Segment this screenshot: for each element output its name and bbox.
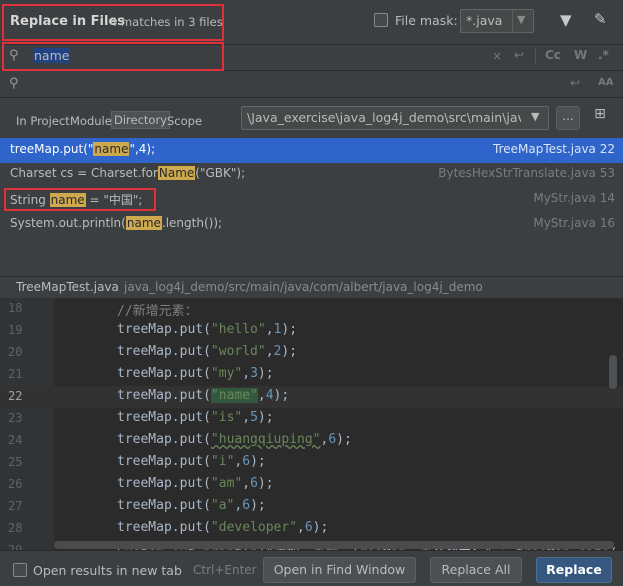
preview-file-path: java_log4j_demo/src/main/java/com/albert… [124,280,483,294]
regex-icon[interactable]: .* [598,48,609,62]
line-number: 27 [8,499,23,513]
replace-all-button[interactable]: Replace All [430,557,522,583]
line-number: 22 [8,389,23,403]
pin-icon[interactable]: ✎ [594,10,607,28]
open-in-find-window-button[interactable]: Open in Find Window [263,557,416,583]
replace-new-line-icon[interactable]: ↩ [570,76,580,90]
preview-file-name: TreeMapTest.java [16,280,119,294]
tree-view-icon[interactable]: ⊞ [588,106,612,130]
line-number: 28 [8,521,23,535]
line-number: 21 [8,367,23,381]
replace-input[interactable] [33,76,473,92]
code-text: treeMap.put("name",4); [117,388,290,403]
result-text: Charset cs = Charset.forName("GBK"); [10,166,246,180]
code-line: 24 treeMap.put("huangqiuping",6); [0,430,623,452]
code-line: 20 treeMap.put("world",2); [0,342,623,364]
file-mask-checkbox[interactable] [374,13,388,27]
line-number: 18 [8,301,23,315]
file-mask-value: *.java [466,13,503,28]
file-mask-label: File mask: [395,13,458,28]
clear-search-icon[interactable]: × [492,49,502,63]
code-line: 25 treeMap.put("i",6); [0,452,623,474]
vertical-scrollbar[interactable] [609,355,617,389]
code-text: treeMap.put("is",5); [117,410,274,425]
line-number: 20 [8,345,23,359]
code-line: 18 //新增元素： [0,298,623,320]
shortcut-hint: Ctrl+Enter [193,563,257,577]
result-file: BytesHexStrTranslate.java 53 [438,166,615,180]
code-text: treeMap.put("huangqiuping",6); [117,432,352,447]
result-row[interactable]: Charset cs = Charset.forName("GBK"); Byt… [0,162,623,187]
open-new-tab-label: Open results in new tab [33,563,182,578]
tab-directory[interactable]: Directory [111,111,171,129]
line-number: 19 [8,323,23,337]
result-row[interactable]: treeMap.put("name",4); TreeMapTest.java … [0,138,623,163]
line-number: 25 [8,455,23,469]
file-mask-separator [512,10,513,32]
code-text: treeMap.put("a",6); [117,498,266,513]
preserve-case-icon[interactable]: AA [598,77,613,88]
code-text: treeMap.put("hello",1); [117,322,298,337]
tab-scope[interactable]: Scope [167,114,202,128]
annotation-box-search [2,42,224,71]
new-line-icon[interactable]: ↩ [514,48,524,62]
whole-words-icon[interactable]: W [574,48,587,62]
code-text: //新增元素： [117,304,198,319]
code-text: treeMap.put("am",6); [117,476,274,491]
code-line: 22 treeMap.put("name",4); [0,386,623,408]
result-text: System.out.println(name.length()); [10,216,223,230]
replace-button[interactable]: Replace [536,557,612,583]
annotation-box-title [2,4,224,41]
toggle-separator [535,47,536,63]
result-text: treeMap.put("name",4); [10,142,156,156]
code-line: 19 treeMap.put("hello",1); [0,320,623,342]
code-text: treeMap.put("i",6); [117,454,266,469]
code-line: 26 treeMap.put("am",6); [0,474,623,496]
code-text: treeMap.put("my",3); [117,366,274,381]
replace-search-icon[interactable]: ⚲ [9,76,19,91]
code-text: treeMap.put("world",2); [117,344,298,359]
open-new-tab-checkbox[interactable] [13,563,27,577]
tab-in-project[interactable]: In Project [16,114,70,128]
result-file: MyStr.java 16 [533,216,615,230]
code-line: 27 treeMap.put("a",6); [0,496,623,518]
result-file: TreeMapTest.java 22 [493,142,615,156]
annotation-box-result [4,188,156,211]
tab-module[interactable]: Module [70,114,112,128]
browse-button[interactable]: ... [556,106,580,130]
code-line: 21 treeMap.put("my",3); [0,364,623,386]
code-line: 28 treeMap.put("developer",6); [0,518,623,540]
code-line: 23 treeMap.put("is",5); [0,408,623,430]
directory-chevron-down-icon[interactable]: ▼ [531,110,539,123]
directory-path: \Java_exercise\java_log4j_demo\src\main\… [247,110,521,125]
line-number: 26 [8,477,23,491]
filter-icon[interactable]: ▼ [560,11,572,29]
line-number: 24 [8,433,23,447]
line-number: 23 [8,411,23,425]
result-file: MyStr.java 14 [533,191,615,205]
result-row[interactable]: System.out.println(name.length()); MyStr… [0,212,623,237]
chevron-down-icon[interactable]: ▼ [517,13,525,26]
code-text: treeMap.put("developer",6); [117,520,329,535]
match-case-icon[interactable]: Cc [545,48,561,62]
code-lines: 18 //新增元素： 19 treeMap.put("hello",1); 20 tree… [0,298,623,550]
line-number: 29 [8,543,23,550]
horizontal-scrollbar[interactable] [54,541,614,549]
